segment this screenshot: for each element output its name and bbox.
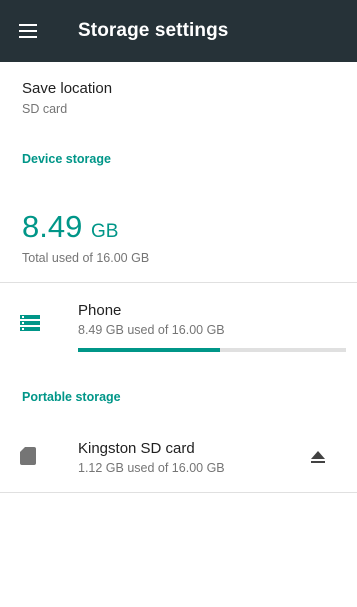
divider (0, 492, 357, 493)
storage-icon (20, 315, 40, 335)
volume-usage: 8.49 GB used of 16.00 GB (78, 323, 225, 337)
volume-name: Kingston SD card (78, 440, 195, 457)
total-used-number: 8.49 (22, 209, 83, 244)
total-used-caption: Total used of 16.00 GB (22, 251, 150, 265)
toolbar: Storage settings (0, 0, 357, 62)
storage-progress-bar (78, 348, 346, 352)
save-location-title: Save location (22, 80, 113, 97)
storage-settings-screen: Storage settings Save location SD card D… (0, 0, 357, 607)
volume-item-phone[interactable]: Phone 8.49 GB used of 16.00 GB (0, 283, 357, 355)
volume-name: Phone (78, 302, 122, 319)
save-location-value: SD card (22, 102, 68, 116)
total-used-value: 8.49 GB (22, 209, 118, 250)
device-storage-header: Device storage (22, 152, 111, 166)
volume-usage: 1.12 GB used of 16.00 GB (78, 461, 225, 475)
total-used-unit: GB (90, 221, 119, 242)
save-location-preference[interactable]: Save location SD card (0, 62, 357, 126)
sd-card-icon (20, 447, 40, 467)
volume-item-sd-card[interactable]: Kingston SD card 1.12 GB used of 16.00 G… (0, 421, 357, 493)
eject-icon[interactable] (306, 445, 330, 469)
page-title: Storage settings (78, 20, 229, 41)
menu-icon[interactable] (16, 19, 40, 43)
portable-storage-header: Portable storage (22, 390, 121, 404)
storage-progress-fill (78, 348, 221, 352)
